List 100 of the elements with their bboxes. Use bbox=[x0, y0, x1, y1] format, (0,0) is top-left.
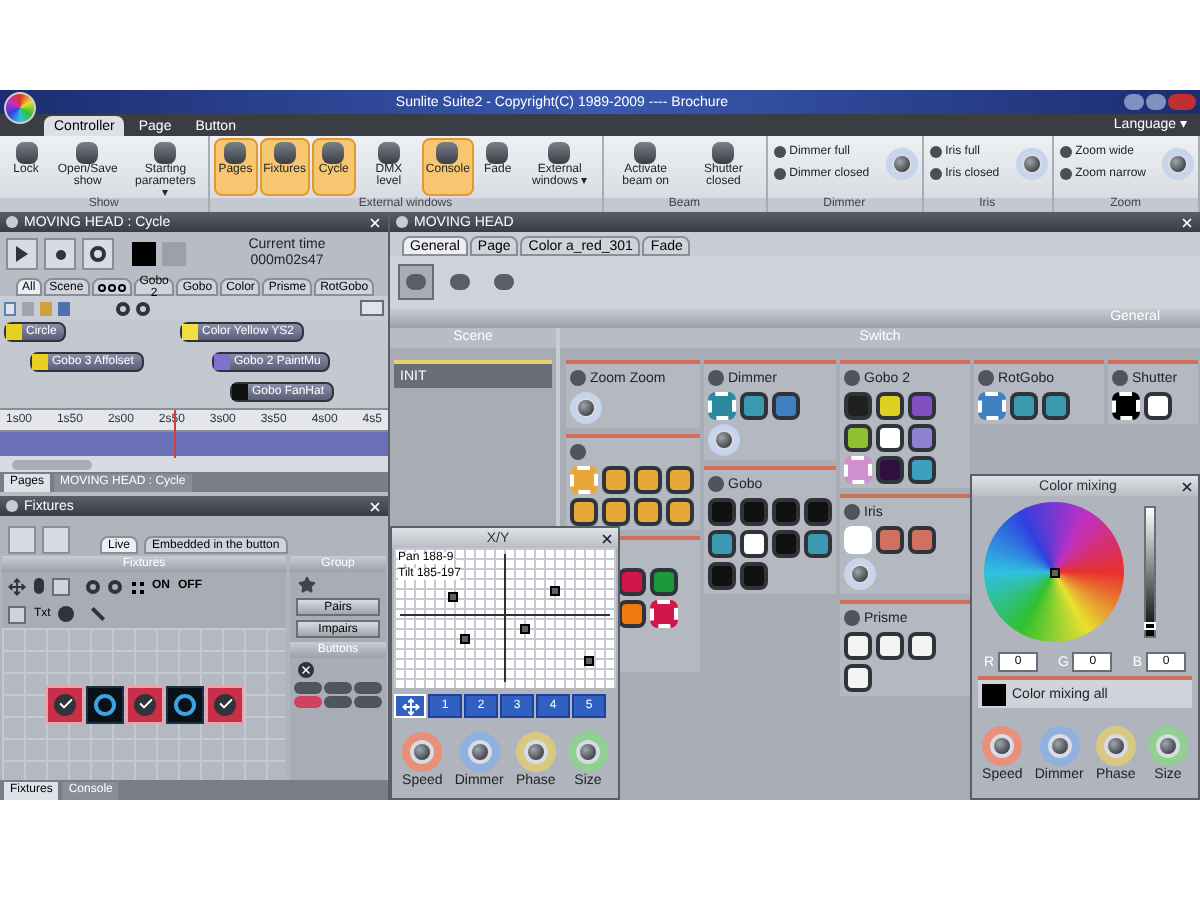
toolbar-button[interactable] bbox=[398, 264, 434, 300]
pattern-icon[interactable] bbox=[908, 632, 936, 660]
position-marker[interactable] bbox=[460, 634, 470, 644]
knob[interactable] bbox=[515, 731, 556, 771]
tool-icon bbox=[224, 142, 247, 164]
star-icon[interactable] bbox=[298, 576, 316, 594]
pattern-icon[interactable] bbox=[618, 600, 646, 628]
pattern-icon[interactable] bbox=[666, 466, 694, 494]
pattern-icon[interactable] bbox=[844, 392, 872, 420]
all-points-button[interactable] bbox=[394, 694, 426, 718]
close-icon[interactable] bbox=[1180, 479, 1194, 493]
app-logo-icon[interactable] bbox=[4, 92, 36, 124]
pattern-icon[interactable] bbox=[908, 526, 936, 554]
minimize-button[interactable] bbox=[1124, 94, 1144, 110]
knob[interactable] bbox=[402, 731, 443, 771]
pattern-icon[interactable] bbox=[602, 498, 630, 526]
pattern-icon[interactable] bbox=[908, 424, 936, 452]
circles-icon[interactable] bbox=[58, 606, 75, 622]
pattern-icon[interactable] bbox=[1010, 392, 1038, 420]
chart-icon[interactable] bbox=[8, 605, 26, 623]
pattern-icon[interactable] bbox=[772, 530, 800, 558]
pattern-icon[interactable] bbox=[876, 632, 904, 660]
knob[interactable] bbox=[885, 148, 918, 180]
close-icon[interactable] bbox=[600, 531, 614, 545]
close-icon[interactable] bbox=[298, 662, 314, 678]
fixture-tile[interactable] bbox=[126, 685, 164, 723]
zoom-out-icon[interactable] bbox=[108, 579, 122, 593]
pattern-icon[interactable] bbox=[634, 498, 662, 526]
panel-icon bbox=[6, 500, 18, 512]
fixture-tile[interactable] bbox=[86, 685, 124, 723]
pattern-icon[interactable] bbox=[570, 498, 598, 526]
record-icon[interactable] bbox=[360, 300, 384, 316]
wand-icon[interactable] bbox=[91, 606, 106, 622]
position-marker[interactable] bbox=[448, 592, 458, 602]
pattern-icon[interactable] bbox=[1144, 392, 1172, 420]
zoom-in-icon[interactable] bbox=[86, 579, 100, 593]
zoom-out-icon[interactable] bbox=[136, 301, 150, 315]
pattern-icon[interactable] bbox=[650, 568, 678, 596]
pattern-icon[interactable] bbox=[740, 562, 768, 590]
preset-button[interactable] bbox=[324, 696, 352, 708]
knob[interactable] bbox=[1095, 725, 1136, 765]
fixture-tile[interactable] bbox=[206, 685, 244, 723]
knob[interactable] bbox=[982, 725, 1023, 765]
pattern-icon[interactable] bbox=[772, 498, 800, 526]
pattern-icon[interactable] bbox=[1042, 392, 1070, 420]
pattern-icon[interactable] bbox=[876, 424, 904, 452]
knob[interactable] bbox=[570, 392, 602, 424]
list-icon[interactable] bbox=[52, 577, 70, 595]
pattern-icon[interactable] bbox=[666, 498, 694, 526]
pattern-icon[interactable] bbox=[772, 392, 800, 420]
pattern-icon[interactable] bbox=[602, 466, 630, 494]
pattern-icon[interactable] bbox=[740, 530, 768, 558]
pattern-icon[interactable] bbox=[876, 392, 904, 420]
pattern-icon[interactable] bbox=[876, 456, 904, 484]
knob[interactable] bbox=[844, 558, 876, 590]
pattern-icon[interactable] bbox=[844, 424, 872, 452]
panel-icon bbox=[6, 216, 18, 228]
tool-icon bbox=[273, 142, 296, 164]
stop-button[interactable] bbox=[44, 238, 76, 270]
knob[interactable] bbox=[708, 424, 740, 456]
brightness-slider[interactable] bbox=[1144, 506, 1156, 638]
pattern-icon[interactable] bbox=[634, 466, 662, 494]
move-icon[interactable] bbox=[8, 577, 26, 595]
fixture-icon[interactable] bbox=[34, 578, 44, 594]
filter-tab[interactable] bbox=[91, 278, 132, 296]
pattern-icon[interactable] bbox=[708, 530, 736, 558]
preset-button[interactable] bbox=[354, 696, 382, 708]
play-button[interactable] bbox=[6, 238, 38, 270]
pattern-icon[interactable] bbox=[618, 568, 646, 596]
new-icon[interactable] bbox=[4, 301, 16, 315]
slider-thumb[interactable] bbox=[1144, 621, 1156, 630]
preset-button[interactable] bbox=[324, 682, 352, 694]
pattern-icon[interactable] bbox=[908, 456, 936, 484]
knob[interactable] bbox=[567, 731, 608, 771]
pattern-icon[interactable] bbox=[708, 498, 736, 526]
position-marker[interactable] bbox=[550, 586, 560, 596]
pattern-icon[interactable] bbox=[708, 562, 736, 590]
save-icon[interactable] bbox=[58, 301, 70, 315]
position-marker[interactable] bbox=[520, 624, 530, 634]
pattern-icon[interactable] bbox=[804, 530, 832, 558]
pattern-icon[interactable] bbox=[804, 498, 832, 526]
pattern-icon[interactable] bbox=[908, 392, 936, 420]
pattern-icon[interactable] bbox=[740, 498, 768, 526]
pattern-icon[interactable] bbox=[844, 632, 872, 660]
fixture-tile[interactable] bbox=[46, 685, 84, 723]
pattern-icon[interactable] bbox=[876, 526, 904, 554]
dots-icon[interactable] bbox=[130, 579, 144, 593]
step-button[interactable] bbox=[82, 238, 114, 270]
preset-button[interactable] bbox=[354, 682, 382, 694]
knob[interactable] bbox=[1015, 148, 1048, 180]
knob[interactable] bbox=[1161, 148, 1194, 180]
zoom-in-icon[interactable] bbox=[116, 301, 130, 315]
maximize-button[interactable] bbox=[1146, 94, 1166, 110]
pattern-icon[interactable] bbox=[844, 664, 872, 692]
knob[interactable] bbox=[459, 731, 500, 771]
fixture-tile[interactable] bbox=[166, 685, 204, 723]
position-marker[interactable] bbox=[584, 656, 594, 666]
pattern-icon[interactable] bbox=[740, 392, 768, 420]
knob[interactable] bbox=[1039, 725, 1080, 765]
knob[interactable] bbox=[1147, 725, 1188, 765]
